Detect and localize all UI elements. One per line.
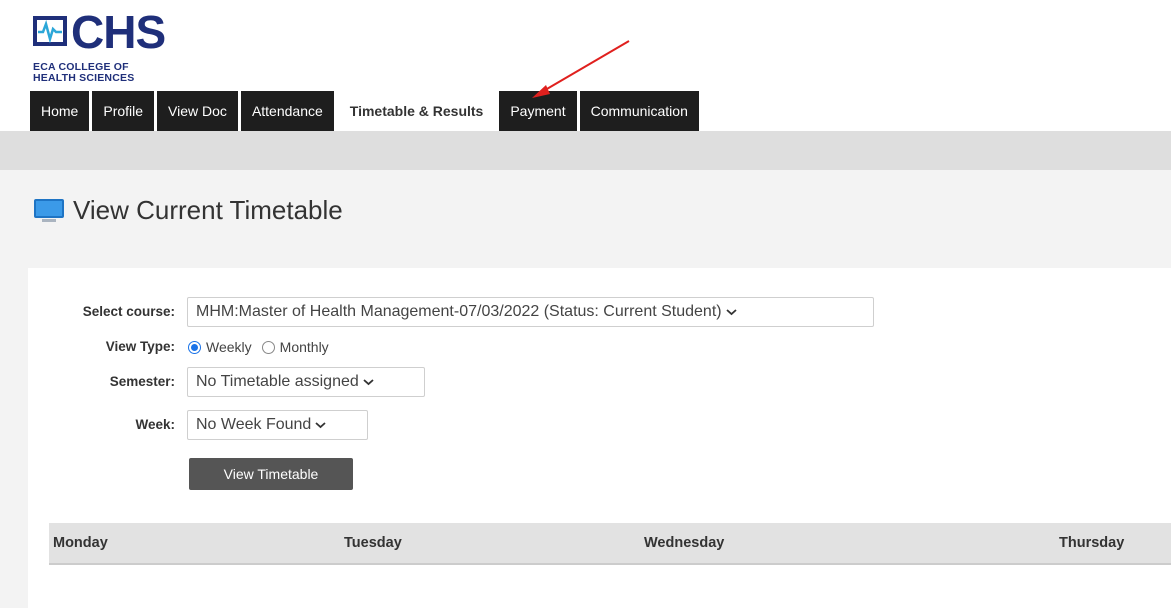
chevron-down-icon bbox=[363, 379, 374, 385]
view-type-label: View Type: bbox=[105, 339, 175, 354]
week-label: Week: bbox=[135, 417, 175, 432]
radio-weekly[interactable] bbox=[188, 340, 201, 354]
tab-home[interactable]: Home bbox=[30, 91, 93, 131]
semester-select-value: No Timetable assigned bbox=[196, 373, 359, 390]
logo-text: CHS bbox=[71, 6, 166, 58]
timetable-header: Monday Tuesday Wednesday Thursday bbox=[49, 523, 1171, 565]
course-select[interactable]: MHM:Master of Health Management-07/03/20… bbox=[187, 297, 874, 327]
page-title: View Current Timetable bbox=[34, 193, 343, 227]
course-label: Select course: bbox=[82, 304, 175, 319]
annotation-arrow-icon bbox=[532, 40, 630, 98]
logo-mark-icon bbox=[33, 16, 67, 46]
tab-attendance[interactable]: Attendance bbox=[240, 91, 337, 131]
view-timetable-button[interactable]: View Timetable bbox=[189, 458, 353, 490]
week-select[interactable]: No Week Found bbox=[187, 410, 368, 440]
college-logo[interactable]: CHS ECA COLLEGE OF HEALTH SCIENCES bbox=[33, 6, 203, 90]
tab-timetable-results[interactable]: Timetable & Results bbox=[336, 91, 500, 131]
course-select-value: MHM:Master of Health Management-07/03/20… bbox=[196, 303, 722, 320]
tab-profile[interactable]: Profile bbox=[92, 91, 158, 131]
monitor-icon bbox=[34, 199, 64, 222]
page-title-text: View Current Timetable bbox=[73, 194, 343, 225]
chevron-down-icon bbox=[315, 422, 326, 428]
chevron-down-icon bbox=[725, 309, 737, 315]
view-type-radios: Weekly Monthly bbox=[188, 339, 329, 355]
week-select-value: No Week Found bbox=[196, 416, 312, 433]
logo-subtitle-line2: HEALTH SCIENCES bbox=[33, 72, 135, 84]
day-header-wednesday: Wednesday bbox=[644, 535, 725, 551]
semester-label: Semester: bbox=[109, 374, 175, 389]
timetable-panel: Select course: MHM:Master of Health Mana… bbox=[28, 268, 1171, 608]
radio-monthly[interactable] bbox=[261, 340, 275, 354]
radio-monthly-label: Monthly bbox=[279, 339, 329, 355]
day-header-tuesday: Tuesday bbox=[344, 535, 402, 551]
day-header-monday: Monday bbox=[53, 535, 108, 551]
day-header-thursday: Thursday bbox=[1059, 535, 1125, 551]
logo-subtitle: ECA COLLEGE OF HEALTH SCIENCES bbox=[33, 62, 134, 84]
sub-nav-bar bbox=[0, 131, 1171, 170]
radio-weekly-label: Weekly bbox=[206, 339, 252, 355]
tab-view-doc[interactable]: View Doc bbox=[157, 91, 241, 131]
semester-select[interactable]: No Timetable assigned bbox=[187, 367, 425, 397]
